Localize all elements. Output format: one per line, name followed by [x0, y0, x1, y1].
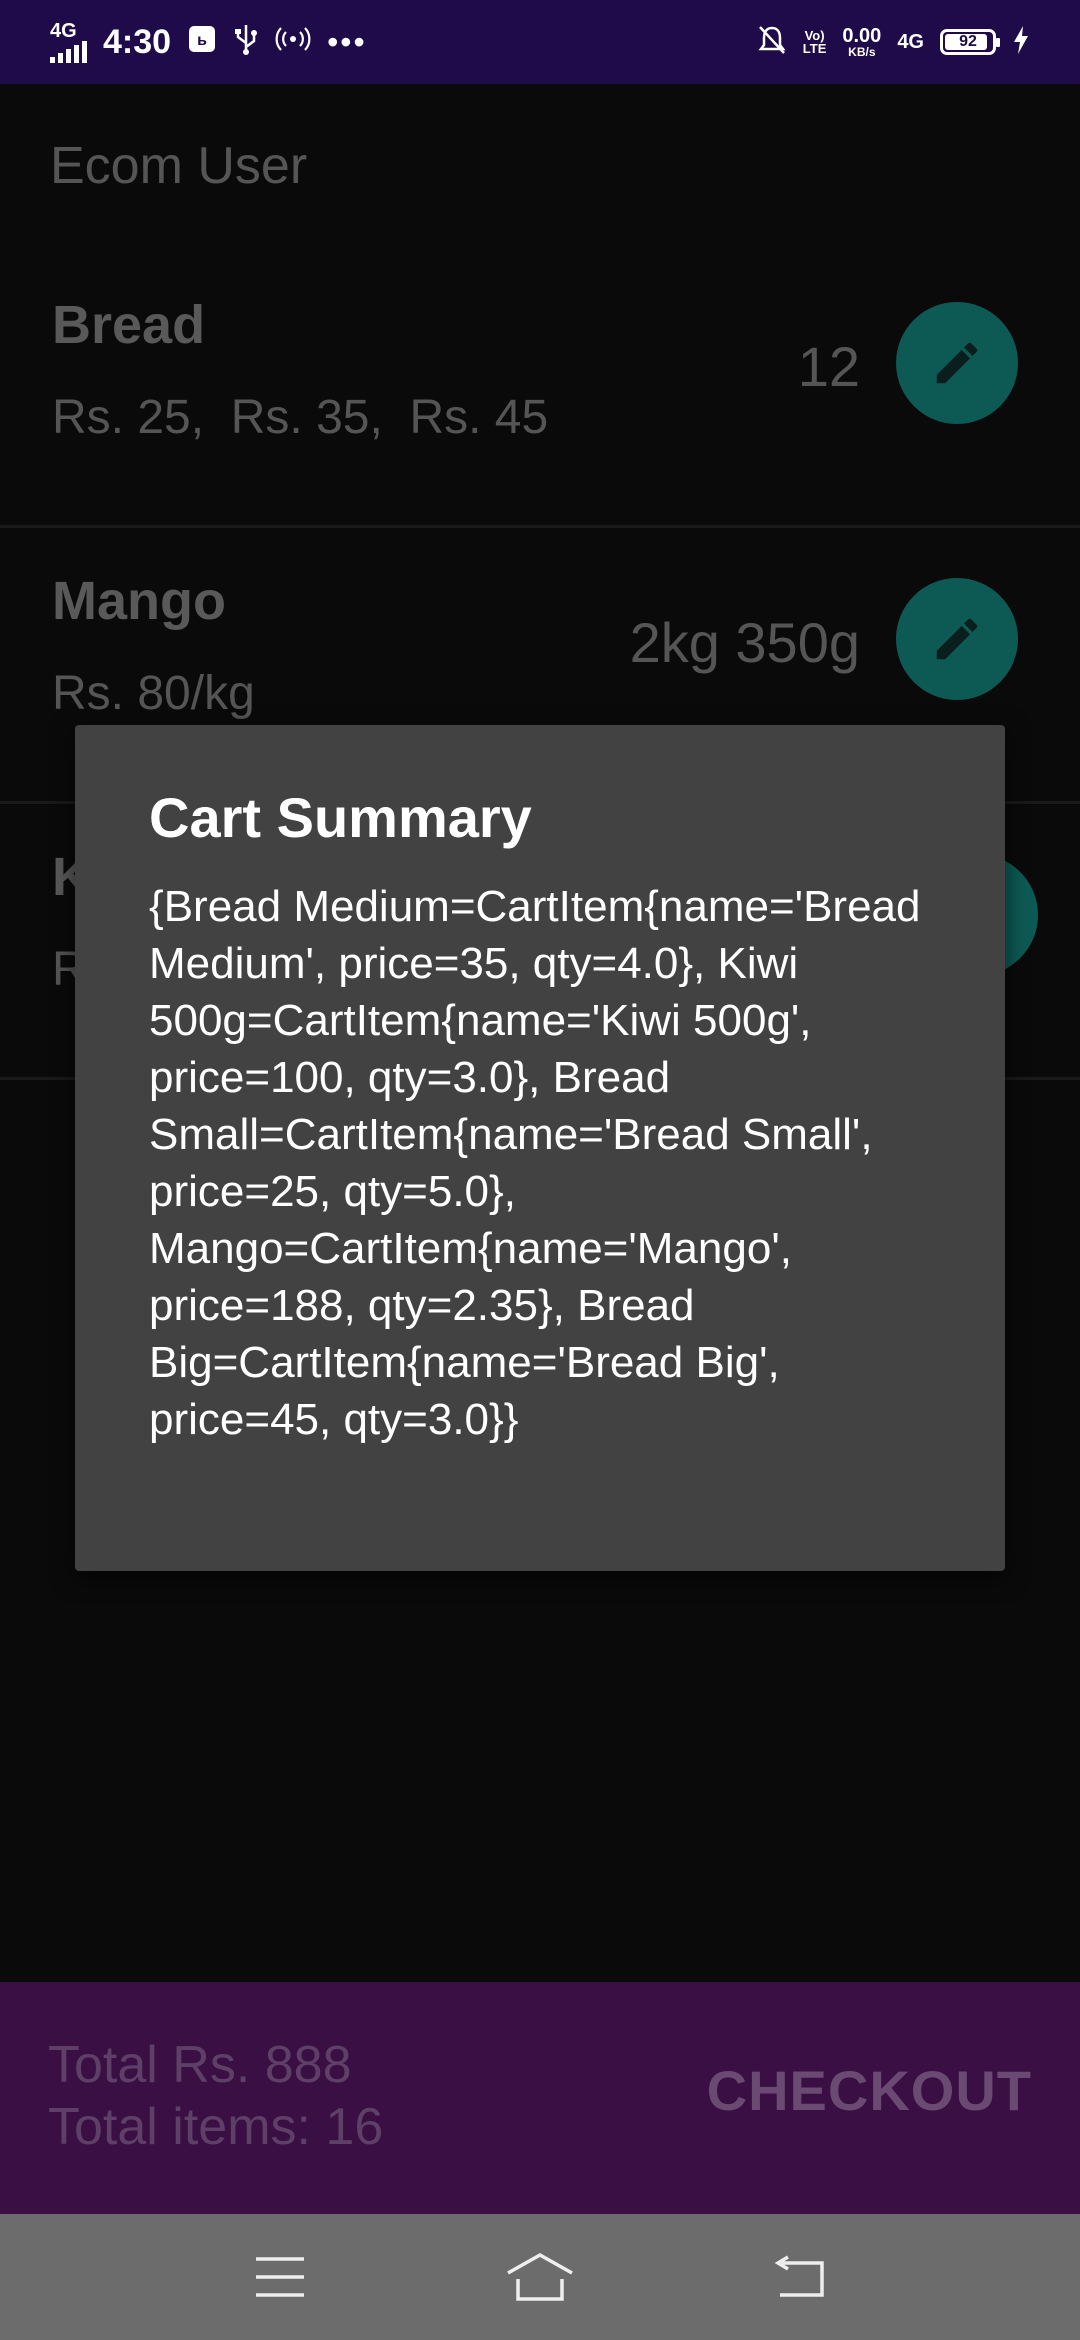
- network-speed: 0.00 KB/s: [842, 26, 881, 58]
- cart-totals: Total Rs. 888 Total items: 16: [48, 2034, 383, 2158]
- battery-percent: 92: [959, 33, 977, 50]
- cart-total-bar: Total Rs. 888 Total items: 16 CHECKOUT: [0, 1982, 1080, 2214]
- total-price: Total Rs. 888: [48, 2036, 352, 2094]
- usb-icon: [233, 23, 259, 62]
- total-items: Total items: 16: [48, 2098, 384, 2156]
- home-button[interactable]: [490, 2237, 590, 2317]
- hotspot-icon: [275, 25, 311, 60]
- signal-icon: [50, 41, 87, 63]
- edit-button[interactable]: [896, 578, 1018, 700]
- product-quantity: 12: [797, 335, 860, 398]
- pencil-icon: [936, 342, 978, 384]
- back-button[interactable]: [750, 2237, 850, 2317]
- product-row-bread[interactable]: Bread Rs. 25, Rs. 35, Rs. 45 12: [0, 252, 1080, 528]
- cart-summary-dialog: Cart Summary {Bread Medium=CartItem{name…: [75, 725, 1005, 1571]
- network-indicator: 4G: [50, 21, 87, 63]
- home-icon: [507, 2252, 573, 2301]
- edit-button[interactable]: [896, 302, 1018, 424]
- product-name: Bread: [52, 295, 206, 355]
- navigation-bar: [0, 2214, 1080, 2340]
- svg-text:ь: ь: [197, 32, 207, 49]
- dialog-title: Cart Summary: [149, 786, 532, 849]
- dialog-message: {Bread Medium=CartItem{name='Bread Mediu…: [149, 882, 921, 1444]
- battery-icon: 92: [940, 29, 1000, 55]
- charging-icon: [1012, 25, 1030, 60]
- mute-icon: [757, 24, 787, 61]
- product-prices: Rs. 25, Rs. 35, Rs. 45: [52, 391, 549, 444]
- product-prices: Rs. 80/kg: [52, 667, 255, 720]
- menu-button[interactable]: [230, 2237, 330, 2317]
- product-quantity: 2kg 350g: [629, 611, 860, 674]
- volte-indicator: Vo) LTE: [803, 29, 827, 55]
- volte-bottom: LTE: [802, 41, 827, 56]
- app-title: Ecom User: [50, 137, 308, 195]
- checkout-button[interactable]: CHECKOUT: [707, 2058, 1032, 2123]
- menu-icon: [256, 2257, 304, 2297]
- speed-value: 0.00: [842, 25, 882, 47]
- status-bar: 4G 4:30 ь ••• Vo) LTE 0.00 KB/s 4G 92: [0, 0, 1080, 84]
- more-notifications-icon: •••: [327, 23, 367, 60]
- back-icon: [774, 2255, 824, 2297]
- notification-app-icon: ь: [187, 24, 217, 61]
- clock: 4:30: [103, 22, 172, 61]
- pencil-icon: [936, 618, 978, 660]
- speed-unit: KB/s: [848, 45, 876, 59]
- network-type-2: 4G: [897, 31, 924, 53]
- network-type: 4G: [50, 20, 77, 42]
- product-name: Mango: [52, 571, 226, 631]
